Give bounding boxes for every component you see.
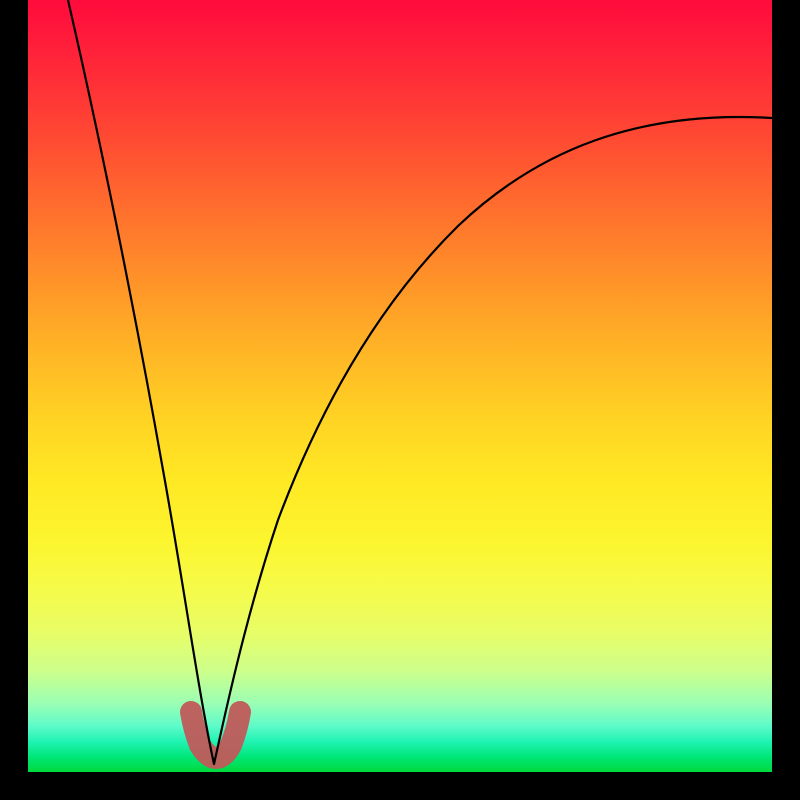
bottleneck-curve [68,0,772,764]
plot-area [28,0,772,772]
curve-svg [28,0,772,772]
optimal-zone-marker [191,712,240,758]
chart-frame: TheBottleneck.com [0,0,800,800]
